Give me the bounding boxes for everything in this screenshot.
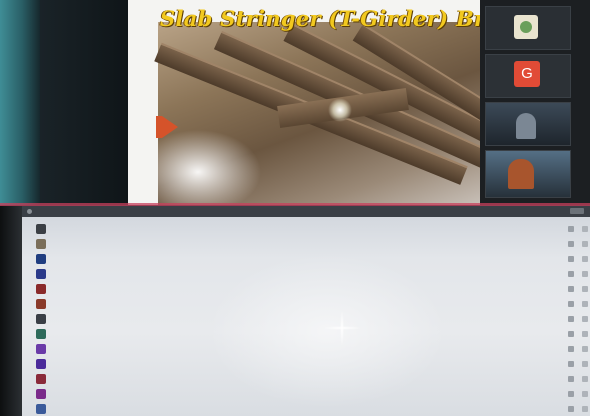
mic-icon[interactable]	[568, 241, 574, 247]
avatar	[36, 329, 46, 339]
camera-icon[interactable]	[582, 241, 588, 247]
participant-video-icon	[516, 113, 536, 139]
camera-icon[interactable]	[582, 301, 588, 307]
avatar	[36, 224, 46, 234]
mic-icon[interactable]	[568, 316, 574, 322]
laptop-edge	[0, 206, 22, 416]
avatar	[36, 344, 46, 354]
photo-of-two-screens: Slab Stringer (T-Girder) Bridge G	[0, 0, 590, 416]
dark-window-area	[40, 0, 128, 205]
light-glare	[328, 98, 352, 122]
camera-icon[interactable]	[582, 361, 588, 367]
mic-icon[interactable]	[568, 331, 574, 337]
video-tile[interactable]	[485, 6, 571, 50]
avatar	[36, 284, 46, 294]
camera-icon[interactable]	[582, 406, 588, 412]
avatar	[36, 299, 46, 309]
participants-panel	[22, 206, 590, 416]
monitor-edge	[0, 0, 40, 205]
camera-icon[interactable]	[582, 286, 588, 292]
camera-icon[interactable]	[582, 226, 588, 232]
video-tiles-strip: G	[480, 0, 590, 205]
mic-icon[interactable]	[568, 346, 574, 352]
monitor-screen: Slab Stringer (T-Girder) Bridge G	[0, 0, 590, 205]
mic-icon[interactable]	[568, 361, 574, 367]
camera-icon[interactable]	[582, 391, 588, 397]
screen-glare	[340, 310, 344, 346]
avatar	[36, 269, 46, 279]
camera-icon[interactable]	[582, 256, 588, 262]
panel-controls-icon[interactable]	[570, 208, 584, 214]
mic-icon[interactable]	[568, 226, 574, 232]
mic-icon[interactable]	[568, 271, 574, 277]
participant-video-icon	[508, 159, 534, 189]
mic-icon[interactable]	[568, 391, 574, 397]
video-tile[interactable]	[485, 150, 571, 198]
camera-icon[interactable]	[582, 346, 588, 352]
video-tile[interactable]: G	[485, 54, 571, 98]
profile-picture-icon	[514, 15, 538, 39]
avatar	[36, 314, 46, 324]
mic-icon[interactable]	[568, 256, 574, 262]
laptop-screen	[0, 206, 590, 416]
avatar	[36, 239, 46, 249]
slide-title: Slab Stringer (T-Girder) Bridge	[160, 6, 480, 31]
avatar	[36, 404, 46, 414]
presentation-slide: Slab Stringer (T-Girder) Bridge	[128, 0, 480, 205]
camera-icon[interactable]	[582, 271, 588, 277]
avatar: G	[514, 61, 540, 87]
arrow-right-icon	[156, 116, 178, 138]
camera-icon[interactable]	[582, 376, 588, 382]
video-tile[interactable]	[485, 102, 571, 146]
mic-icon[interactable]	[568, 376, 574, 382]
mic-icon[interactable]	[568, 286, 574, 292]
bridge-underside-photo	[154, 22, 480, 205]
avatar	[36, 359, 46, 369]
panel-header	[22, 206, 590, 217]
avatar	[36, 254, 46, 264]
mic-icon[interactable]	[568, 406, 574, 412]
panel-icon	[27, 209, 32, 214]
mic-icon[interactable]	[568, 301, 574, 307]
camera-icon[interactable]	[582, 331, 588, 337]
avatar	[36, 389, 46, 399]
camera-icon[interactable]	[582, 316, 588, 322]
avatar	[36, 374, 46, 384]
